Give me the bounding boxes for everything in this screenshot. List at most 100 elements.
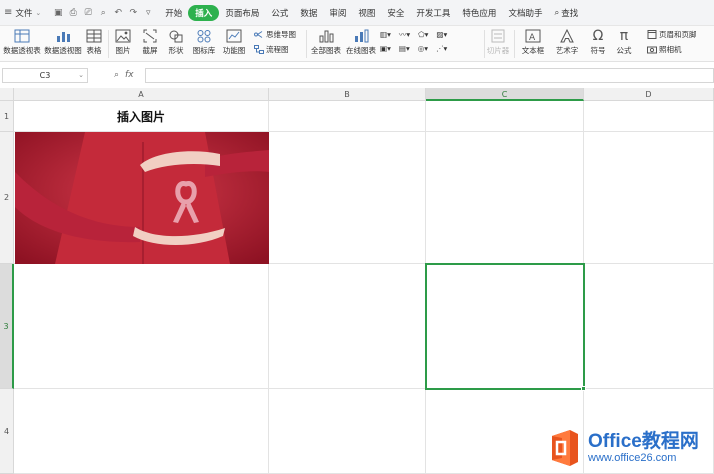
export-icon[interactable]: ⎙ (68, 8, 78, 18)
row-header-4[interactable]: 4 (0, 389, 14, 474)
area-chart-icon[interactable]: ▨▾ (436, 30, 447, 39)
ribbon: 数据透视表 数据透视图 表格 图片 截屏 形状 图标库 功能图 思维导图 流程图… (0, 26, 714, 62)
camera-button[interactable]: 照相机 (647, 44, 682, 55)
column-header-d[interactable]: D (584, 88, 714, 101)
zoom-search-icon[interactable]: ⌕ (114, 70, 119, 80)
cell-c1[interactable] (426, 101, 584, 132)
pivot-table-icon (14, 29, 30, 43)
ribbon-divider (514, 30, 515, 58)
spreadsheet-grid: A B C D 1 2 3 4 插入图片 (0, 88, 714, 474)
omega-icon: Ω (592, 28, 604, 44)
picture-label: 图片 (115, 46, 131, 55)
undo-icon[interactable]: ↶ (113, 8, 123, 18)
file-menu-label: 文件 (15, 8, 33, 19)
cell-b4[interactable] (269, 389, 426, 474)
row-header-3[interactable]: 3 (0, 264, 14, 389)
function-chart-button[interactable]: 功能图 (219, 29, 249, 56)
fx-icon[interactable]: fx (125, 70, 134, 80)
print-icon[interactable]: ⎚ (83, 8, 93, 18)
cell-d2[interactable] (584, 132, 714, 264)
tab-review[interactable]: 审阅 (323, 7, 352, 19)
symbol-button[interactable]: Ω 符号 (587, 29, 609, 56)
tab-page-layout[interactable]: 页面布局 (219, 7, 265, 19)
all-charts-button[interactable]: 全部图表 (310, 29, 342, 56)
redo-icon[interactable]: ↷ (128, 8, 138, 18)
tab-insert[interactable]: 插入 (188, 4, 220, 21)
formula-input[interactable] (145, 68, 714, 83)
table-button[interactable]: 表格 (84, 29, 104, 56)
tab-home[interactable]: 开始 (159, 7, 188, 19)
select-all-corner[interactable] (0, 88, 14, 101)
save-icon[interactable]: ▣ (53, 8, 63, 18)
bar-chart-icon[interactable]: ▤▾ (399, 44, 410, 53)
column-header-c[interactable]: C (426, 88, 584, 101)
line-chart-icon[interactable]: 〰▾ (399, 29, 410, 40)
office-logo-icon (552, 430, 578, 466)
symbol-label: 符号 (590, 46, 606, 55)
cell-d1[interactable] (584, 101, 714, 132)
fill-handle[interactable] (581, 386, 586, 391)
map-chart-icon[interactable]: ▣▾ (380, 44, 391, 53)
mind-map-icon (254, 31, 263, 38)
tab-security[interactable]: 安全 (381, 7, 410, 19)
slicer-icon (491, 29, 505, 43)
art-text-button[interactable]: 艺术字 (552, 29, 582, 56)
column-chart-icon[interactable]: ▥▾ (380, 30, 391, 39)
row-header-1[interactable]: 1 (0, 101, 14, 132)
cell-c2[interactable] (426, 132, 584, 264)
search-button[interactable]: ⌕ 查找 (548, 7, 584, 19)
formula-label: 公式 (616, 46, 632, 55)
chevron-down-icon[interactable]: ⌄ (78, 69, 84, 82)
tab-developer[interactable]: 开发工具 (410, 7, 456, 19)
icon-library-icon (197, 30, 211, 43)
function-chart-label: 功能图 (222, 46, 246, 55)
mind-map-button[interactable]: 思维导图 (254, 29, 296, 40)
radar-chart-icon[interactable]: ◎▾ (418, 44, 428, 53)
pivot-chart-button[interactable]: 数据透视图 (44, 29, 82, 56)
shapes-button[interactable]: 形状 (164, 29, 188, 56)
cell-a3[interactable] (14, 264, 269, 389)
search-icon: ⌕ (554, 7, 560, 18)
name-box[interactable]: C3 ⌄ (2, 68, 88, 83)
cell-a1[interactable]: 插入图片 (14, 101, 269, 132)
cell-b3[interactable] (269, 264, 426, 389)
ribbon-divider (484, 30, 485, 58)
flowchart-button[interactable]: 流程图 (254, 44, 289, 55)
screenshot-button[interactable]: 截屏 (138, 29, 162, 56)
tab-data[interactable]: 数据 (294, 7, 323, 19)
header-footer-button[interactable]: 页眉和页脚 (647, 29, 697, 40)
picture-button[interactable]: 图片 (111, 29, 135, 56)
all-charts-icon (319, 30, 334, 43)
column-header-b[interactable]: B (269, 88, 426, 101)
pi-icon: π (619, 28, 629, 44)
tab-view[interactable]: 视图 (352, 7, 381, 19)
online-chart-button[interactable]: 在线图表 (345, 29, 377, 56)
print-preview-icon[interactable]: ⌕ (98, 8, 108, 18)
tab-formulas[interactable]: 公式 (265, 7, 294, 19)
text-box-button[interactable]: A 文本框 (518, 29, 548, 56)
cell-a4[interactable] (14, 389, 269, 474)
formula-button[interactable]: π 公式 (613, 29, 635, 56)
cell-d3[interactable] (584, 264, 714, 389)
cell-b1[interactable] (269, 101, 426, 132)
customize-icon[interactable]: ▿ (143, 8, 153, 18)
icon-library-button[interactable]: 图标库 (191, 29, 217, 56)
pie-chart-icon[interactable]: ⬠▾ (418, 30, 428, 39)
formula-bar: C3 ⌄ ⌕ fx (0, 67, 714, 85)
svg-text:A: A (529, 33, 536, 43)
inserted-picture[interactable] (15, 132, 269, 264)
screenshot-icon (143, 29, 157, 43)
pivot-table-button[interactable]: 数据透视表 (3, 29, 41, 56)
watermark: Office教程网 www.office26.com (548, 424, 714, 472)
scatter-chart-icon[interactable]: ⋰▾ (436, 44, 447, 53)
watermark-url: www.office26.com (588, 451, 677, 464)
column-header-a[interactable]: A (14, 88, 269, 101)
text-box-icon: A (525, 29, 541, 43)
row-header-2[interactable]: 2 (0, 132, 14, 264)
tab-special[interactable]: 特色应用 (456, 7, 502, 19)
file-menu[interactable]: ≡ 文件 ⌄ (0, 7, 47, 19)
tab-doc-assistant[interactable]: 文档助手 (502, 7, 548, 19)
cell-b2[interactable] (269, 132, 426, 264)
cell-selection-c3[interactable] (425, 263, 586, 391)
ribbon-divider (306, 30, 307, 58)
